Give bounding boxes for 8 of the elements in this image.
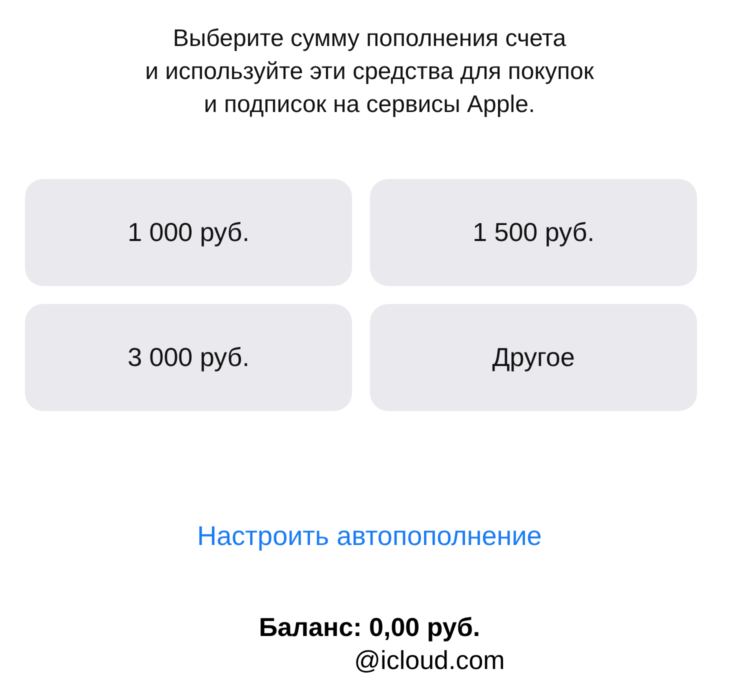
amount-button[interactable]: 1 000 руб.	[25, 179, 352, 286]
intro-text: Выберите сумму пополнения счета и используйте эти средства для покупок и подписок на сервисы Apple.	[145, 24, 594, 120]
balance-text: Баланс: 0,00 руб.	[258, 611, 480, 643]
amount-button[interactable]: 1 500 руб.	[370, 179, 697, 286]
amount-button[interactable]: Другое	[370, 304, 697, 411]
amount-button[interactable]: 3 000 руб.	[25, 304, 352, 411]
account-email: @icloud.com	[353, 645, 505, 675]
autofill-link[interactable]: Настроить автопополнение	[197, 519, 542, 553]
